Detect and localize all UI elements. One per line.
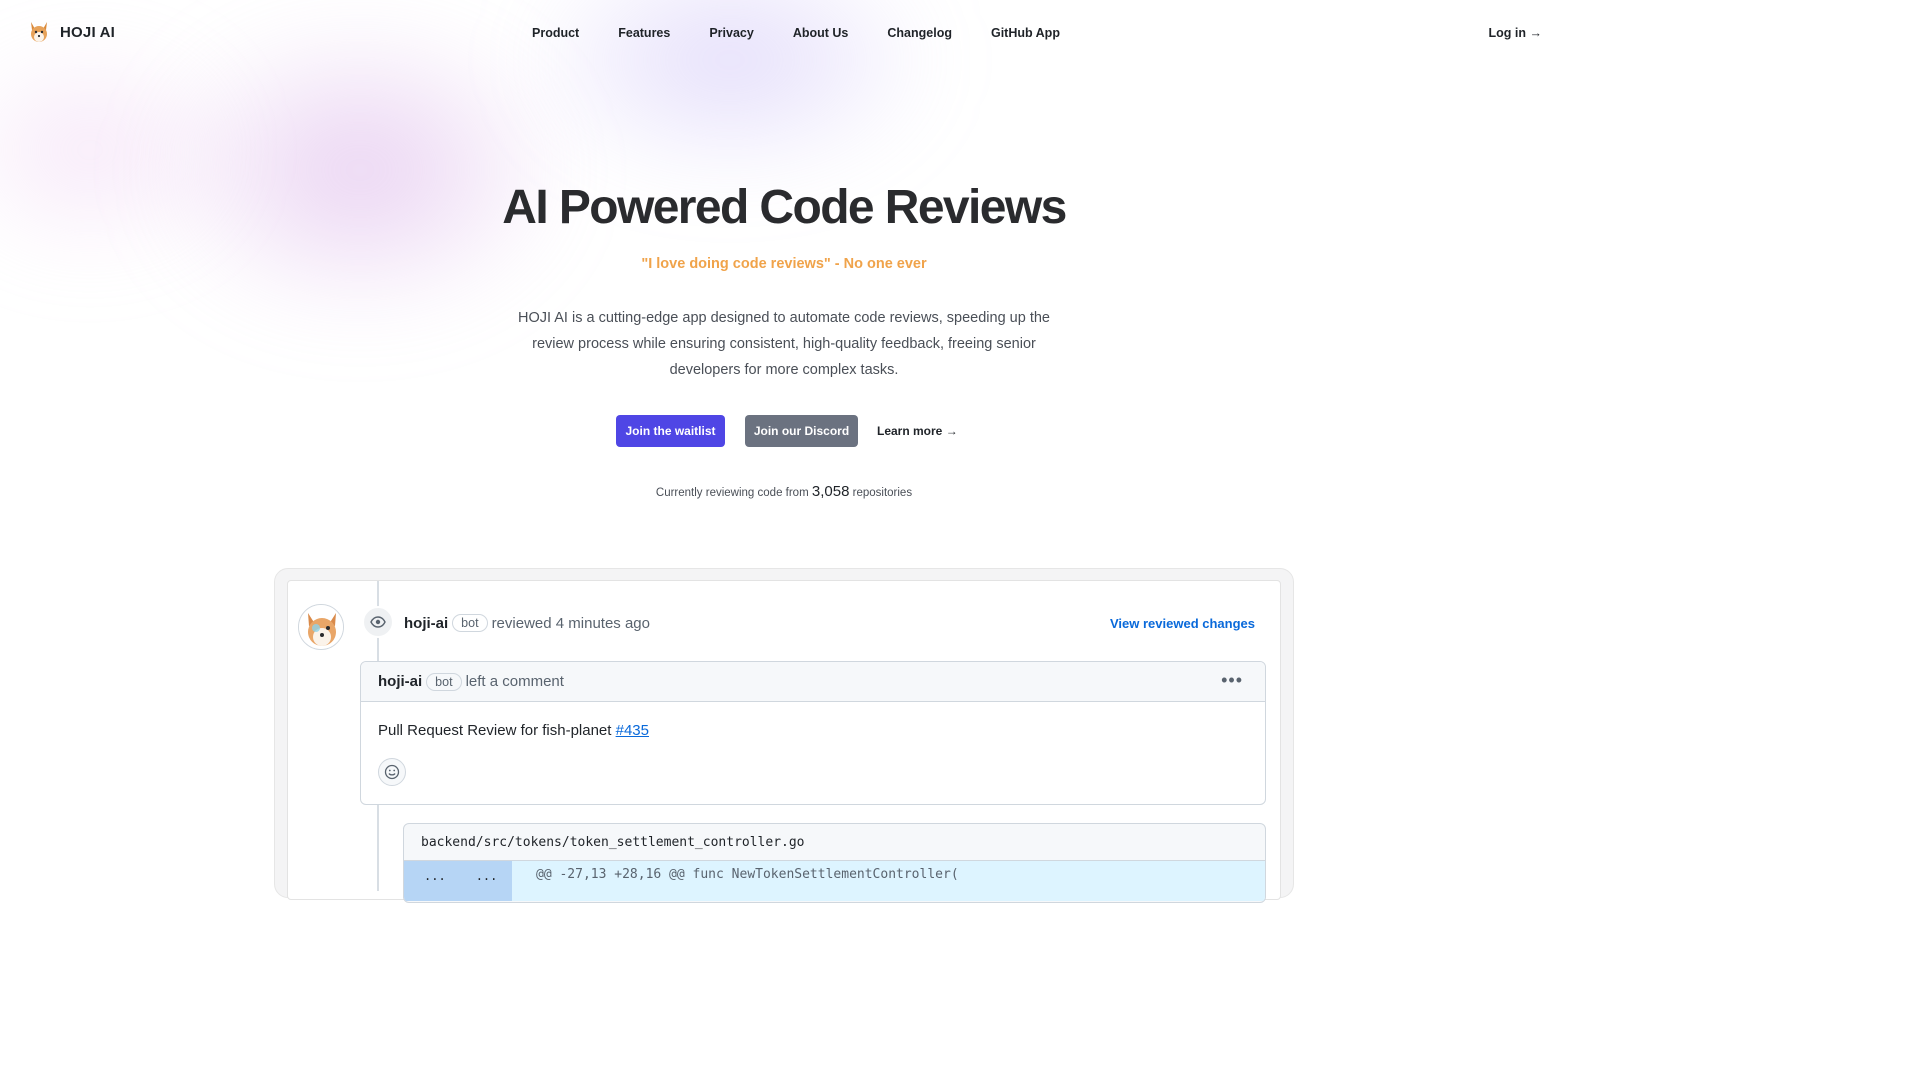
view-reviewed-changes-link[interactable]: View reviewed changes — [1110, 616, 1255, 631]
gutter-right: ... — [475, 869, 498, 883]
review-username[interactable]: hoji-ai — [404, 615, 448, 632]
comment-header: hoji-ai bot left a comment ••• — [361, 662, 1265, 702]
hero-description: HOJI AI is a cutting-edge app designed t… — [517, 310, 1050, 378]
learn-more-link[interactable]: Learn more → — [877, 424, 958, 438]
nav-link-changelog[interactable]: Changelog — [887, 26, 952, 40]
code-diff: backend/src/tokens/token_settlement_cont… — [403, 823, 1266, 903]
nav-link-privacy[interactable]: Privacy — [709, 26, 753, 40]
hero-title: AI Powered Code Reviews — [502, 181, 1067, 234]
add-reaction-button[interactable] — [378, 758, 406, 786]
nav-link-product[interactable]: Product — [532, 26, 579, 40]
stat-count: 3,058 — [811, 483, 850, 500]
review-eye-badge — [362, 606, 394, 638]
stat-suffix: repositories — [852, 487, 913, 499]
stat-prefix: Currently reviewing code from — [655, 487, 809, 499]
pull-request-link[interactable]: #435 — [616, 722, 649, 739]
comment-action-text: left a comment — [465, 673, 564, 690]
bot-badge: bot — [426, 672, 462, 691]
more-options-icon[interactable]: ••• — [1221, 670, 1243, 691]
eye-icon — [370, 616, 386, 628]
nav-link-github-app[interactable]: GitHub App — [991, 26, 1060, 40]
shiba-logo-icon — [28, 20, 50, 44]
review-header: hoji-ai bot reviewed 4 minutes ago — [404, 614, 650, 632]
diff-hunk: ... ... @@ -27,13 +28,16 @@ func NewToke… — [404, 861, 1265, 901]
smiley-icon — [384, 764, 400, 780]
nav-links: Product Features Privacy About Us Change… — [532, 26, 1060, 40]
review-action-text: reviewed 4 minutes ago — [491, 614, 650, 632]
review-comment: hoji-ai bot left a comment ••• Pull Requ… — [360, 661, 1266, 805]
gutter-left: ... — [424, 869, 446, 883]
hero-quote: "I love doing code reviews" - No one eve… — [641, 256, 927, 272]
hunk-header: @@ -27,13 +28,16 @@ func NewTokenSettlem… — [512, 861, 1265, 901]
diff-file-path[interactable]: backend/src/tokens/token_settlement_cont… — [404, 824, 1265, 861]
top-navigation: HOJI AI Product Features Privacy About U… — [0, 0, 1568, 64]
expand-hunk-gutter[interactable]: ... ... — [404, 861, 512, 901]
repository-stat: Currently reviewing code from 3,058 repo… — [0, 483, 1568, 500]
nav-link-about-us[interactable]: About Us — [793, 26, 849, 40]
cta-row: Join the waitlist Join our Discord Learn… — [616, 415, 958, 447]
comment-body: Pull Request Review for fish-planet #435 — [361, 702, 1265, 759]
comment-username[interactable]: hoji-ai — [378, 673, 422, 690]
brand-name: HOJI AI — [60, 23, 116, 41]
join-waitlist-button[interactable]: Join the waitlist — [616, 415, 725, 447]
comment-text: Pull Request Review for fish-planet — [378, 722, 612, 739]
bot-badge: bot — [452, 614, 488, 632]
nav-link-features[interactable]: Features — [618, 26, 670, 40]
brand[interactable]: HOJI AI — [28, 20, 115, 44]
shiba-avatar-icon — [299, 605, 343, 649]
background-glow — [150, 20, 570, 320]
join-discord-button[interactable]: Join our Discord — [745, 415, 858, 447]
avatar[interactable] — [298, 604, 344, 650]
login-link[interactable]: Log in → — [1489, 26, 1542, 40]
